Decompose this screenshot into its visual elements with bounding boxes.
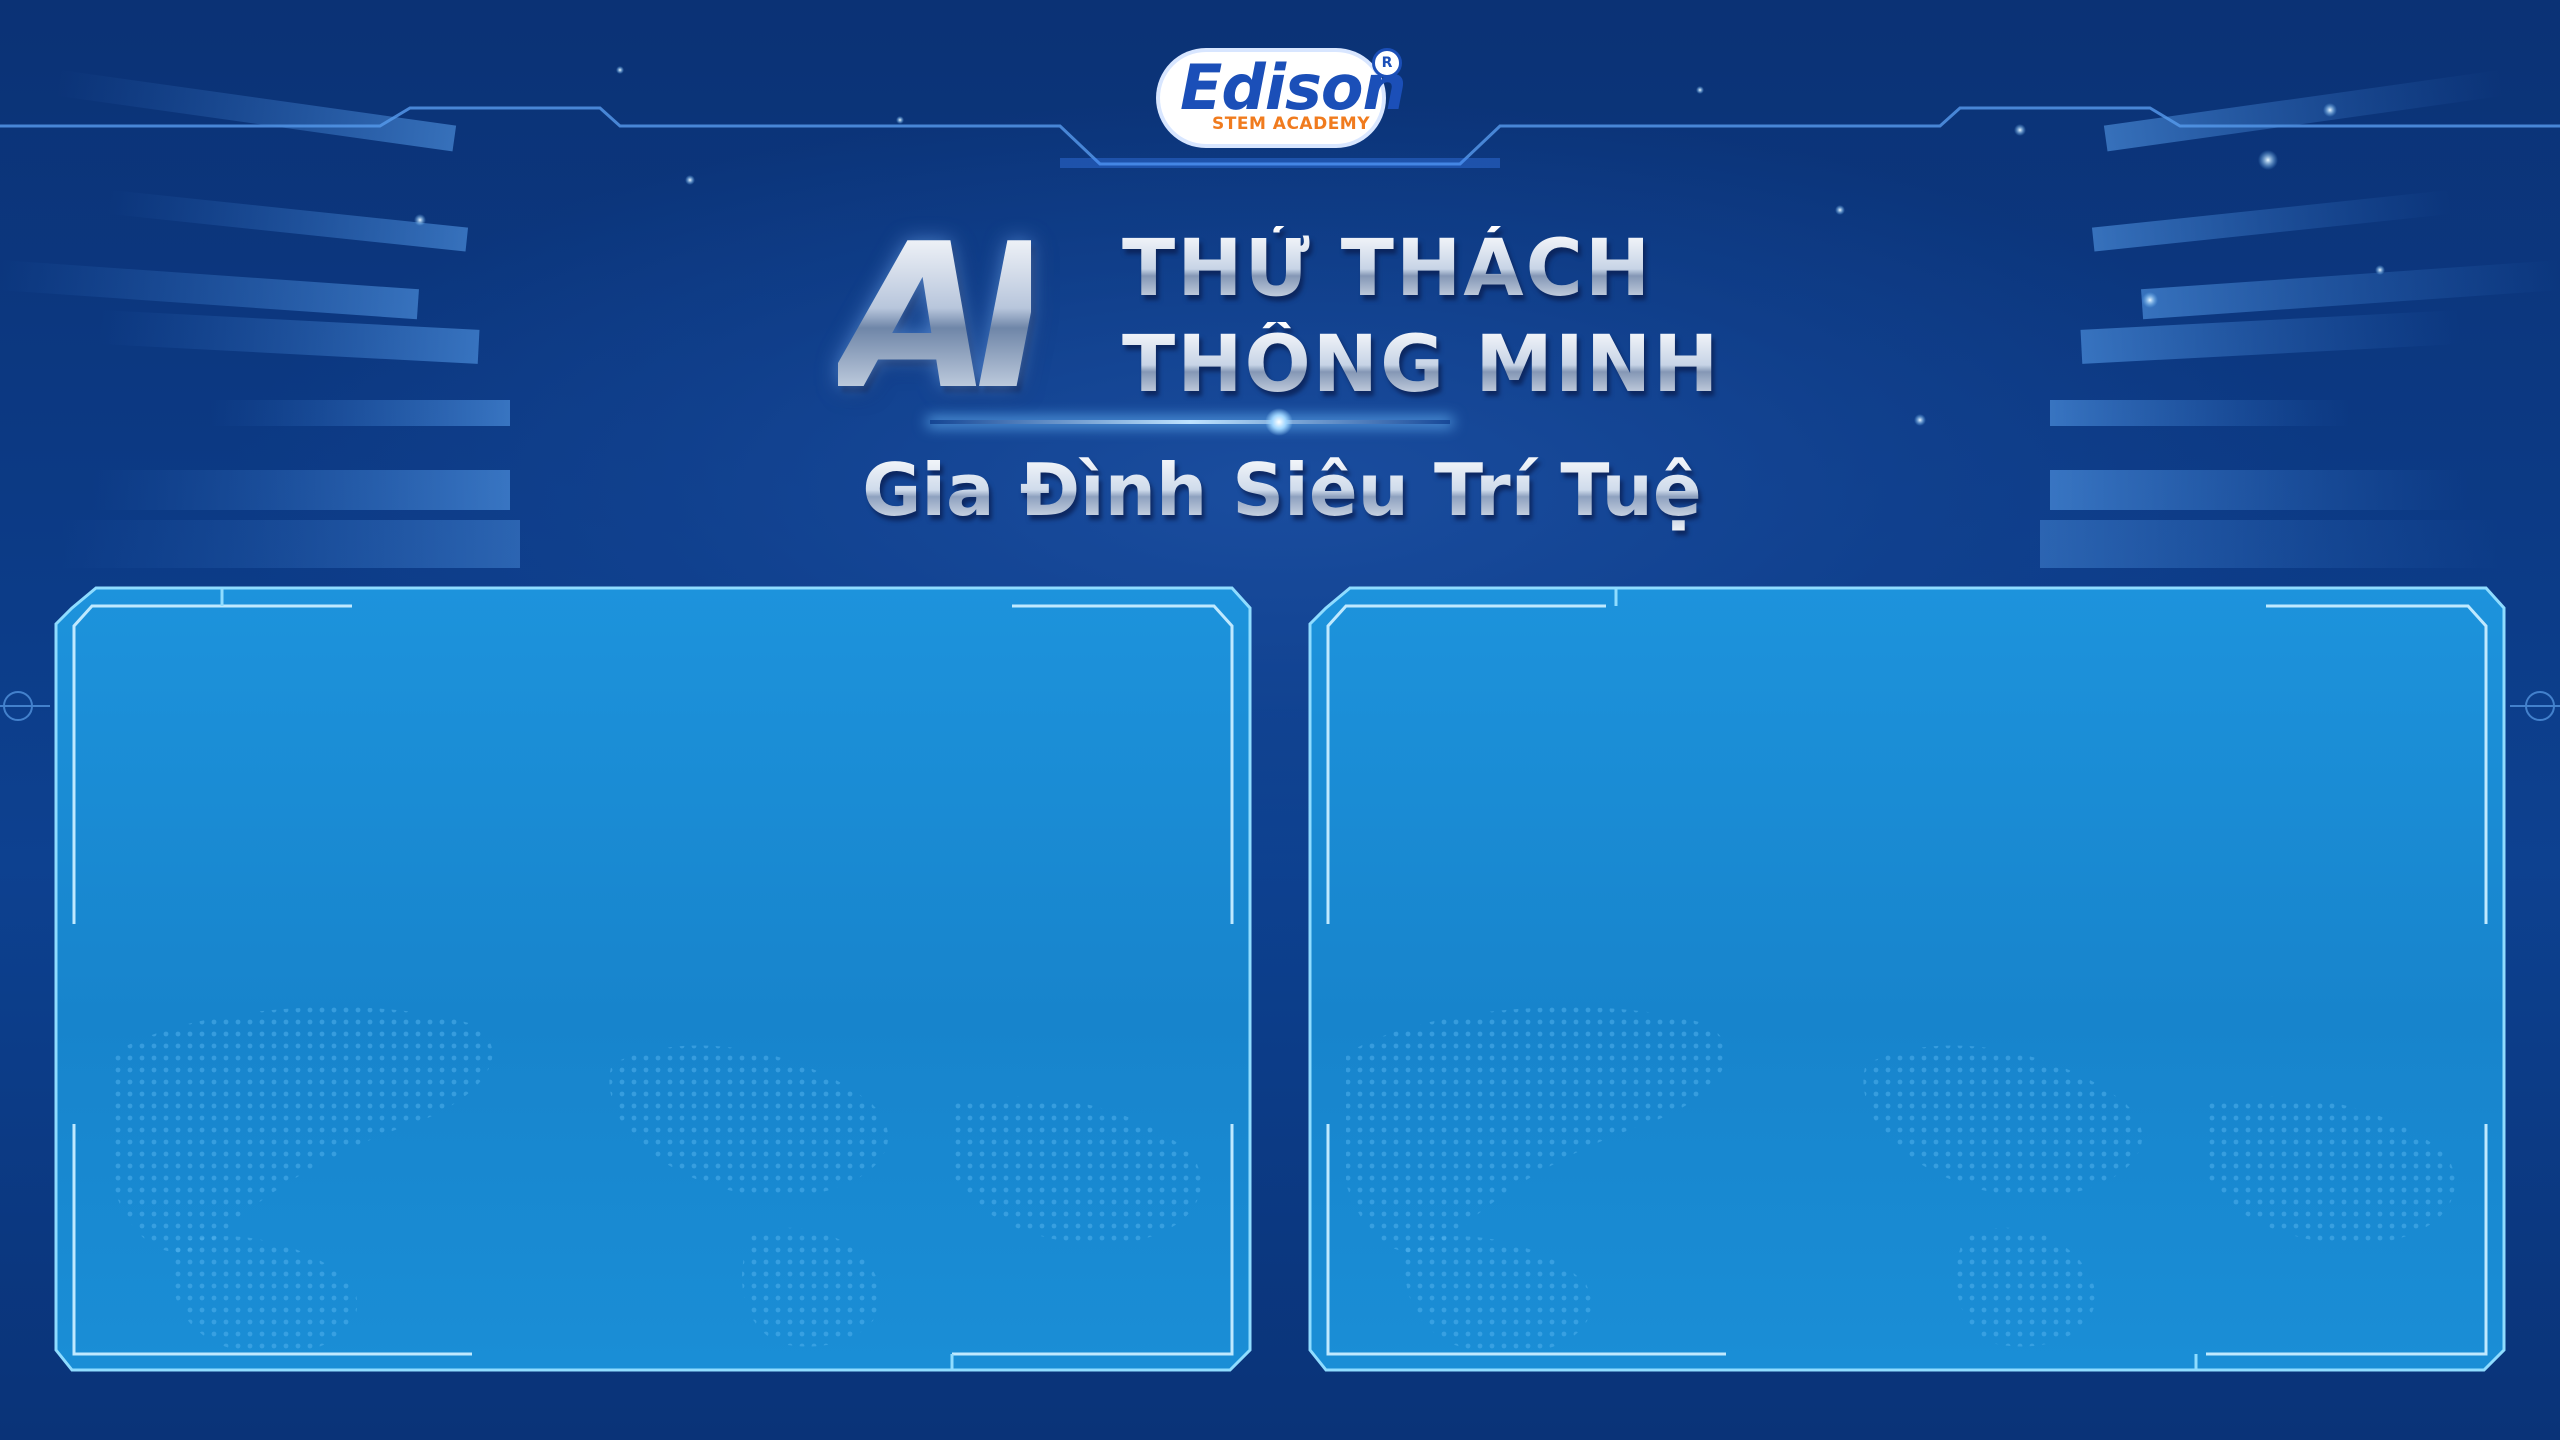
title-glow-line [930,420,1450,424]
title-glow-spark [1265,408,1293,436]
panel-left [52,584,1254,1374]
title-subtitle: Gia Đình Siêu Trí Tuệ [812,448,1752,532]
title-line-2: THÔNG MINH [1122,320,1721,410]
panel-right [1306,584,2508,1374]
right-streaks [2040,70,2560,568]
panel-right-frame [1308,586,2506,1372]
panel-left-frame [54,586,1252,1372]
registered-mark-icon: R [1372,48,1402,78]
logo-tagline: STEM ACADEMY [1212,114,1371,134]
left-streaks [0,70,520,568]
edison-logo: Edison STEM ACADEMY R [1160,48,1407,150]
title-ai: AI [838,201,1049,434]
scene: Edison STEM ACADEMY R AI THỬ THÁCH THÔNG… [0,0,2560,1440]
top-frame-glow [1060,158,1500,168]
title-line-1: THỬ THÁCH [1122,224,1653,314]
